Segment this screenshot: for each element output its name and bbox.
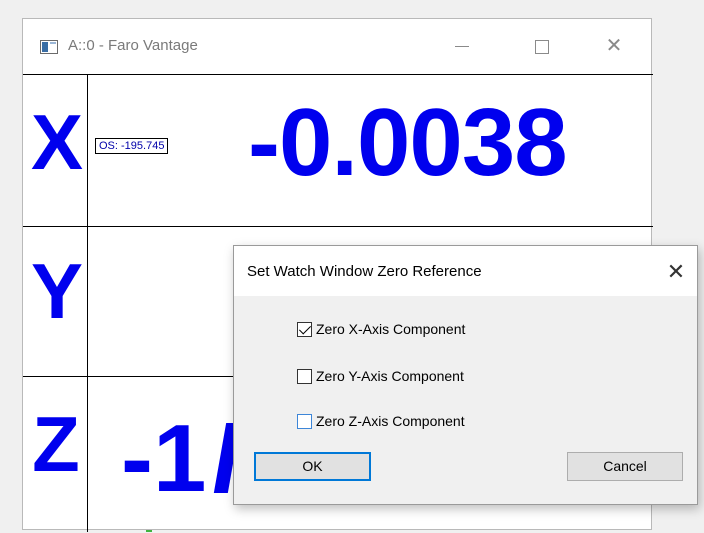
close-icon: ✕	[666, 259, 686, 284]
cancel-button[interactable]: Cancel	[567, 452, 683, 481]
x-axis-label: X	[31, 98, 84, 186]
maximize-button[interactable]	[521, 29, 563, 63]
minimize-button[interactable]	[441, 29, 483, 63]
zero-y-label[interactable]: Zero Y-Axis Component	[316, 368, 464, 384]
x-value-readout: -0.0038	[248, 89, 568, 196]
y-axis-label: Y	[31, 247, 84, 335]
ok-button[interactable]: OK	[254, 452, 371, 481]
grid-divider	[23, 226, 653, 227]
close-icon: ✕	[605, 35, 623, 57]
status-indicator	[146, 530, 152, 532]
zero-reference-dialog: Set Watch Window Zero Reference ✕ Zero X…	[233, 245, 698, 505]
dialog-title: Set Watch Window Zero Reference	[247, 263, 482, 280]
zero-x-label[interactable]: Zero X-Axis Component	[316, 321, 465, 337]
zero-z-checkbox[interactable]	[297, 413, 312, 429]
z-axis-label: Z	[32, 400, 80, 488]
zero-x-checkbox[interactable]	[297, 321, 312, 337]
dialog-titlebar[interactable]: Set Watch Window Zero Reference ✕	[234, 246, 697, 296]
z-value-text: -1	[121, 405, 207, 512]
zero-y-checkbox[interactable]	[297, 368, 312, 384]
zero-y-checkbox-row[interactable]: Zero Y-Axis Component	[297, 368, 464, 384]
x-offset-readout: OS: -195.745	[95, 138, 169, 154]
window-titlebar[interactable]: A::0 - Faro Vantage ✕	[23, 19, 651, 74]
close-button[interactable]: ✕	[593, 29, 635, 63]
z-value-readout: -1	[121, 411, 241, 507]
app-window-icon	[40, 40, 58, 54]
zero-z-label[interactable]: Zero Z-Axis Component	[316, 413, 465, 429]
zero-z-checkbox-row[interactable]: Zero Z-Axis Component	[297, 413, 465, 429]
minimize-icon	[455, 46, 469, 47]
dialog-close-button[interactable]: ✕	[663, 259, 689, 285]
maximize-icon	[535, 40, 549, 54]
window-title: A::0 - Faro Vantage	[68, 37, 198, 54]
zero-x-checkbox-row[interactable]: Zero X-Axis Component	[297, 321, 465, 337]
grid-divider	[87, 75, 88, 532]
